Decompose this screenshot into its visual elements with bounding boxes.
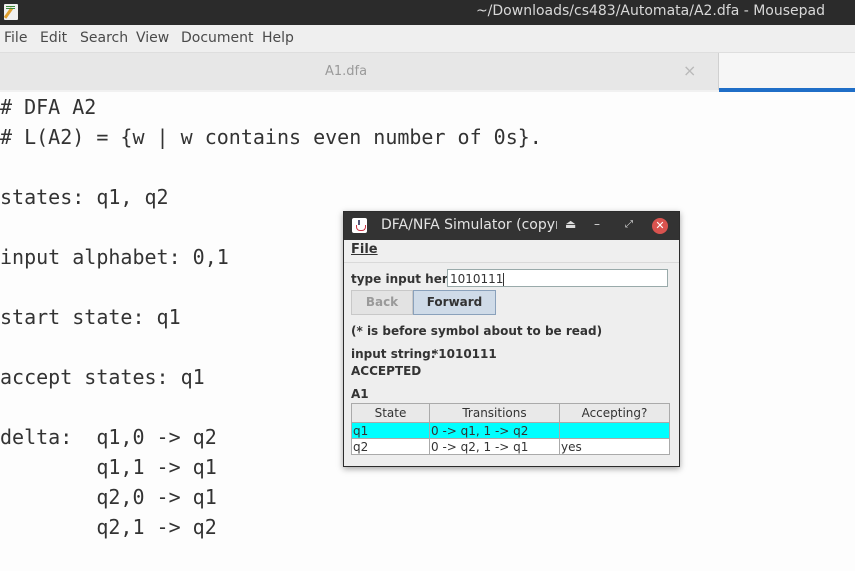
column-header-state[interactable]: State — [351, 403, 430, 423]
code-line: q1,1 -> q1 — [0, 455, 217, 479]
code-line: delta: q1,0 -> q2 — [0, 425, 217, 449]
simulator-window: DFA/NFA Simulator (copyrigl ⏏ – ⤢ ✕ File… — [343, 211, 680, 467]
tab-a1-dfa[interactable]: A1.dfa × — [0, 53, 719, 90]
input-string-value: *1010111 — [432, 347, 497, 361]
table-row[interactable]: q2 0 -> q2, 1 -> q1 yes — [351, 438, 670, 455]
window-titlebar: ~/Downloads/cs483/Automata/A2.dfa - Mous… — [0, 0, 855, 25]
mousepad-app-icon — [4, 4, 18, 20]
code-line: start state: q1 — [0, 305, 181, 329]
tab-close-icon[interactable]: × — [683, 61, 696, 80]
column-header-accepting[interactable]: Accepting? — [559, 403, 670, 423]
code-line: input alphabet: 0,1 — [0, 245, 229, 269]
table-header-row: State Transitions Accepting? — [351, 403, 670, 423]
simulator-menubar: File — [344, 240, 679, 263]
simulator-title: DFA/NFA Simulator (copyrigl — [381, 217, 557, 233]
cell-accepting — [559, 422, 670, 439]
code-line: accept states: q1 — [0, 365, 205, 389]
tab-bar: A1.dfa × — [0, 52, 855, 92]
back-button[interactable]: Back — [351, 290, 413, 315]
tab-label: A1.dfa — [325, 64, 368, 79]
code-line: states: q1, q2 — [0, 185, 169, 209]
java-icon — [352, 218, 367, 233]
cell-state: q1 — [351, 422, 430, 439]
column-header-transitions[interactable]: Transitions — [429, 403, 560, 423]
forward-button[interactable]: Forward — [413, 290, 496, 315]
input-label: type input here: — [351, 272, 461, 286]
transition-table: State Transitions Accepting? q1 0 -> q1,… — [351, 403, 670, 455]
menu-help[interactable]: Help — [262, 30, 294, 46]
table-row-current[interactable]: q1 0 -> q1, 1 -> q2 — [351, 422, 670, 439]
code-line: q2,1 -> q2 — [0, 515, 217, 539]
keep-above-icon[interactable]: ⏏ — [565, 217, 576, 231]
menu-edit[interactable]: Edit — [40, 30, 67, 46]
simulator-titlebar[interactable]: DFA/NFA Simulator (copyrigl ⏏ – ⤢ ✕ — [344, 212, 679, 240]
input-string-label: input string: — [351, 347, 436, 361]
menu-file[interactable]: File — [4, 30, 27, 46]
minimize-icon[interactable]: – — [594, 217, 600, 231]
window-title: ~/Downloads/cs483/Automata/A2.dfa - Mous… — [475, 3, 825, 19]
maximize-icon[interactable]: ⤢ — [625, 219, 633, 230]
simulator-body: type input here: 1010111 Back Forward (*… — [344, 263, 679, 466]
status-text: ACCEPTED — [351, 364, 422, 378]
cell-state: q2 — [351, 438, 430, 455]
cell-accepting: yes — [559, 438, 670, 455]
code-line: q2,0 -> q1 — [0, 485, 217, 509]
menubar: File Edit Search View Document Help — [0, 25, 855, 52]
menu-view[interactable]: View — [136, 30, 169, 46]
cell-transitions: 0 -> q2, 1 -> q1 — [429, 438, 560, 455]
code-line: # L(A2) = {w | w contains even number of… — [0, 125, 542, 149]
input-value: 1010111 — [450, 272, 504, 286]
automaton-name: A1 — [351, 387, 369, 401]
menu-document[interactable]: Document — [181, 30, 254, 46]
close-icon[interactable]: ✕ — [652, 218, 668, 234]
menu-search[interactable]: Search — [80, 30, 128, 46]
text-caret — [503, 273, 505, 286]
input-field[interactable]: 1010111 — [447, 269, 668, 287]
code-line: # DFA A2 — [0, 95, 97, 119]
tab-a2-dfa-active[interactable] — [719, 53, 855, 92]
simulator-menu-file[interactable]: File — [351, 242, 378, 257]
cell-transitions: 0 -> q1, 1 -> q2 — [429, 422, 560, 439]
hint-text: (* is before symbol about to be read) — [351, 324, 603, 338]
